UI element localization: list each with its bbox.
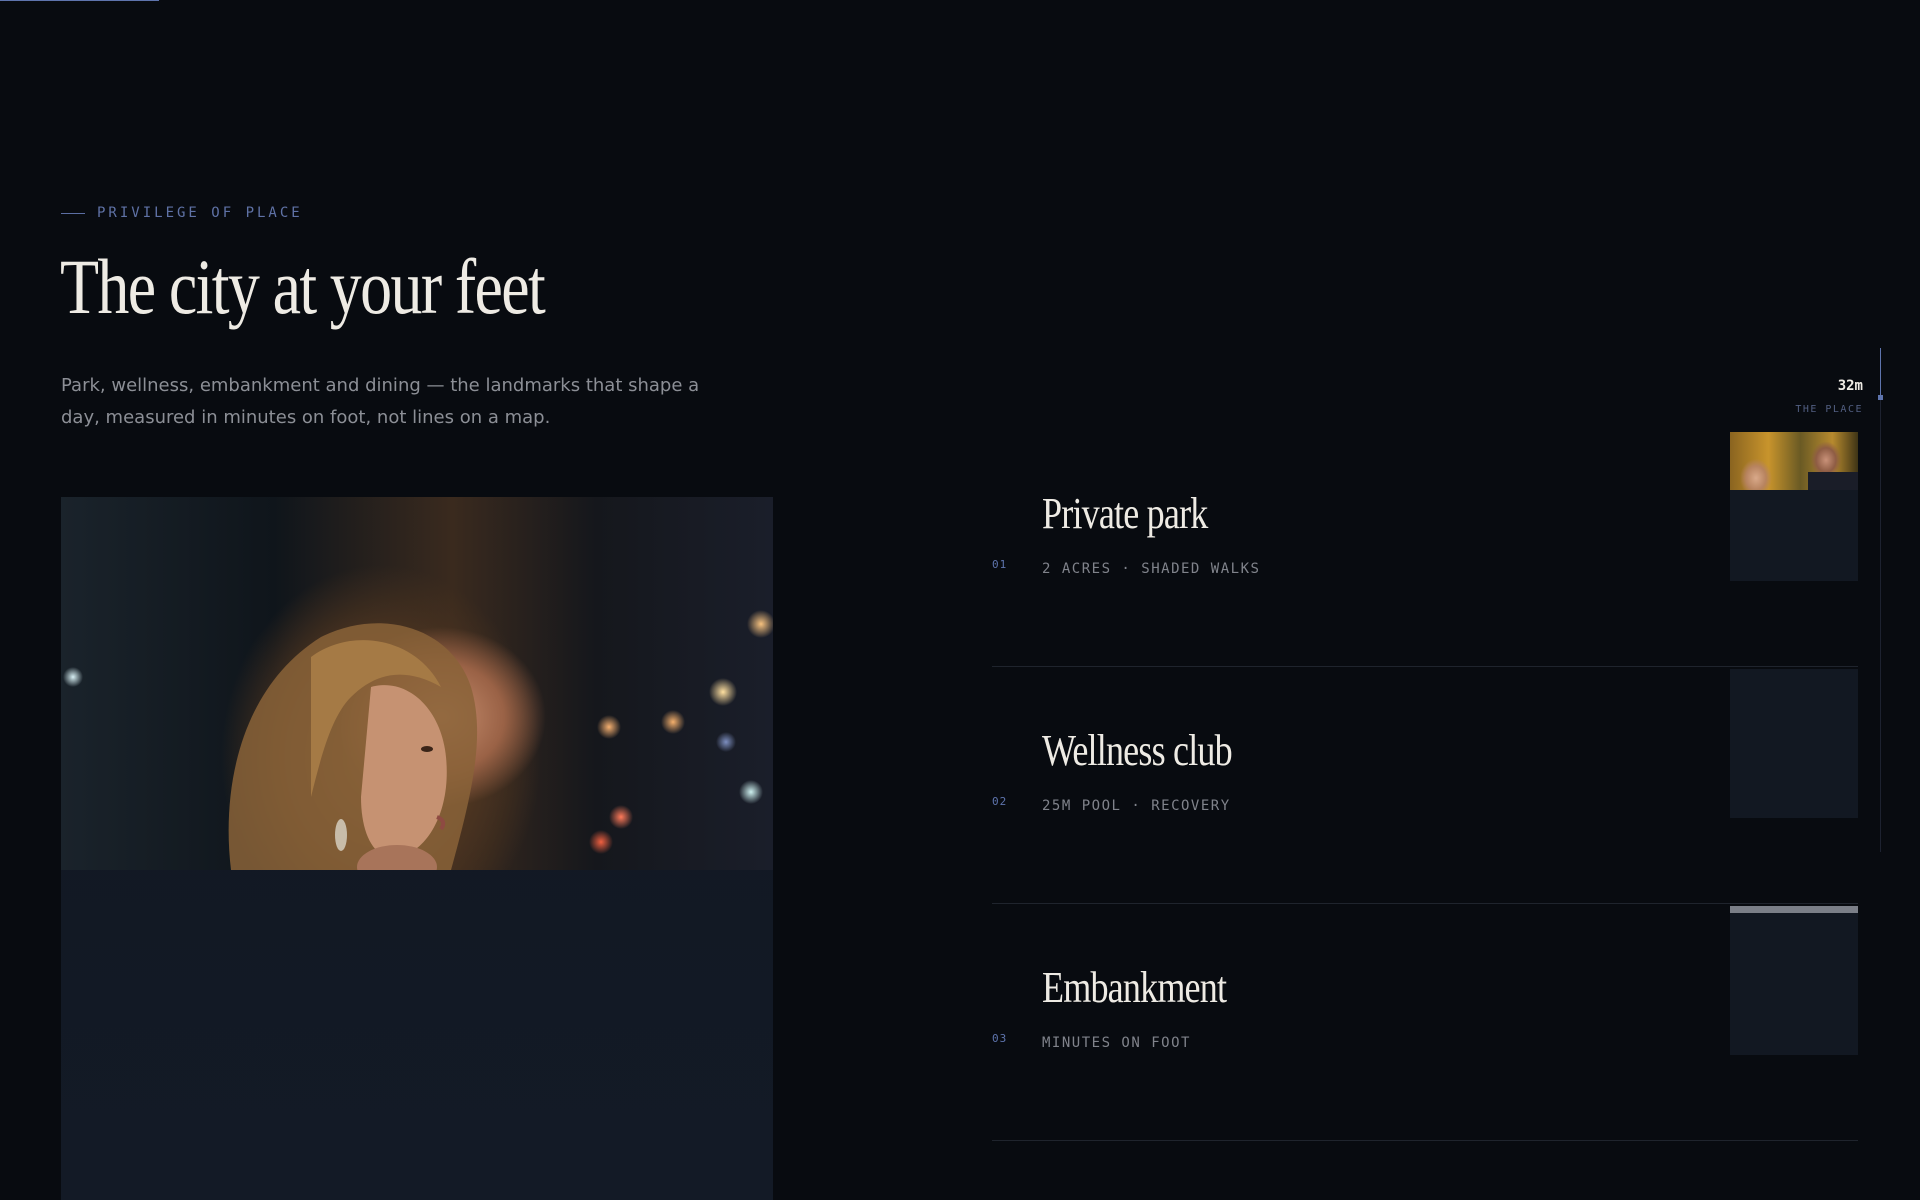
place-name: Embankment <box>1042 963 1227 1012</box>
couple-photo <box>1730 432 1858 490</box>
section-eyebrow: PRIVILEGE OF PLACE <box>61 205 303 221</box>
places-list: 01 Private park 2 ACRES · SHADED WALKS 0… <box>992 430 1858 1141</box>
place-number: 03 <box>992 1032 1008 1045</box>
place-meta: 25M POOL · RECOVERY <box>1042 798 1231 814</box>
place-number: 02 <box>992 795 1008 808</box>
scroll-tracker-active <box>1880 348 1881 396</box>
place-number: 01 <box>992 558 1008 571</box>
lead-paragraph: Park, wellness, embankment and dining — … <box>61 375 700 428</box>
loading-strip <box>1730 906 1858 913</box>
scroll-tracker-line <box>1880 348 1881 852</box>
place-thumbnail[interactable] <box>1730 669 1858 818</box>
eyebrow-label: PRIVILEGE OF PLACE <box>97 205 303 221</box>
portrait-illustration <box>228 623 478 870</box>
eyebrow-rule <box>61 212 85 214</box>
place-thumbnail[interactable] <box>1730 432 1858 581</box>
hero-image-frame <box>61 497 773 1200</box>
place-item-private-park[interactable]: 01 Private park 2 ACRES · SHADED WALKS <box>992 430 1858 667</box>
woman-in-car-photo <box>61 497 773 870</box>
scroll-progress-fill <box>0 0 160 1</box>
place-meta: 2 ACRES · SHADED WALKS <box>1042 561 1261 577</box>
scroll-tracker-dot <box>1878 395 1883 400</box>
page-title: The city at your feet <box>60 243 546 330</box>
place-name: Private park <box>1042 489 1208 538</box>
place-item-embankment[interactable]: 03 Embankment MINUTES ON FOOT <box>992 904 1858 1141</box>
place-name: Wellness club <box>1042 726 1233 775</box>
place-thumbnail[interactable] <box>1730 906 1858 1055</box>
place-item-wellness-club[interactable]: 02 Wellness club 25M POOL · RECOVERY <box>992 667 1858 904</box>
tracker-label: THE PLACE <box>1795 404 1863 415</box>
place-meta: MINUTES ON FOOT <box>1042 1035 1191 1051</box>
tracker-distance: 32m <box>1837 378 1863 394</box>
scroll-progress-bar <box>0 0 1920 2</box>
